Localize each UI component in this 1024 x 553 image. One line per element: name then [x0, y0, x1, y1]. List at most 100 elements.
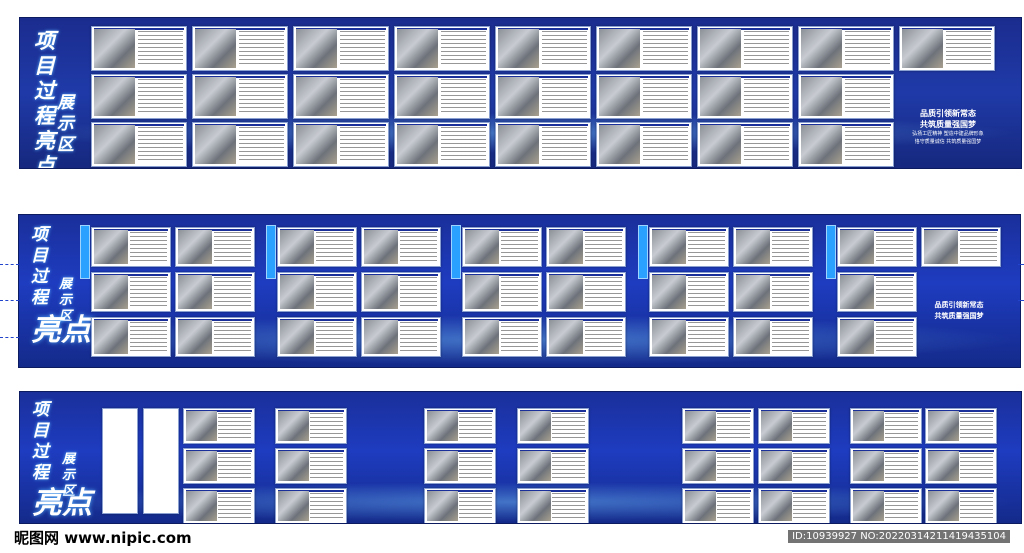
construction-photo — [685, 451, 716, 481]
construction-photo — [652, 320, 687, 354]
card-description-text — [772, 322, 809, 353]
card-description-text — [218, 413, 251, 440]
photo-card — [850, 488, 922, 523]
construction-photo — [700, 77, 742, 116]
photo-card — [394, 26, 490, 71]
photo-card — [293, 122, 389, 167]
photo-card — [275, 448, 347, 484]
photo-card — [682, 488, 754, 523]
construction-photo — [278, 451, 309, 481]
slogan-block-2: 品质引领新常态 共筑质量强国梦 — [934, 301, 984, 320]
construction-photo — [397, 29, 439, 68]
card-description-text — [400, 322, 437, 353]
construction-photo — [186, 451, 217, 481]
construction-photo — [178, 320, 213, 354]
card-description-text — [542, 31, 587, 67]
photo-card — [462, 317, 542, 357]
card-description-text — [717, 413, 750, 440]
card-description-text — [218, 453, 251, 480]
card-description-text — [845, 79, 890, 115]
construction-photo — [736, 320, 771, 354]
construction-photo — [280, 320, 315, 354]
construction-photo — [599, 125, 641, 164]
card-description-text — [138, 127, 183, 163]
photo-card — [462, 227, 542, 267]
construction-photo — [520, 451, 551, 481]
construction-photo — [296, 29, 338, 68]
card-description-text — [960, 493, 993, 520]
card-description-text — [688, 322, 725, 353]
photo-card — [424, 488, 496, 523]
construction-photo — [853, 451, 884, 481]
section-tag — [80, 225, 90, 279]
card-description-text — [310, 413, 343, 440]
construction-photo — [94, 29, 136, 68]
guide-line — [1018, 264, 1024, 265]
construction-photo — [520, 491, 551, 521]
photo-card — [192, 122, 288, 167]
photo-card — [733, 272, 813, 312]
board-title-sub: 展示区 — [57, 93, 74, 155]
construction-photo — [178, 230, 213, 264]
construction-photo — [427, 491, 458, 521]
board-title-main-3: 项目过程 — [32, 400, 49, 483]
card-description-text — [138, 31, 183, 67]
construction-photo — [853, 491, 884, 521]
board-title-big-2: 亮点 — [31, 313, 91, 348]
construction-photo — [840, 230, 875, 264]
card-description-text — [885, 413, 918, 440]
card-description-text — [845, 127, 890, 163]
photo-card — [921, 227, 1001, 267]
construction-photo — [280, 230, 315, 264]
photo-card — [91, 227, 171, 267]
photo-card — [596, 74, 692, 119]
guide-line — [0, 264, 19, 265]
photo-card — [837, 272, 917, 312]
card-description-text — [239, 127, 284, 163]
photo-card — [596, 26, 692, 71]
photo-card — [682, 448, 754, 484]
card-description-text — [643, 127, 688, 163]
section-tag — [638, 225, 648, 279]
display-board-1: 项目过程亮点 展示区 品质引领新常态 共筑质量强国梦 弘扬工匠精神 塑造中建品牌… — [19, 17, 1022, 169]
construction-photo — [761, 411, 792, 441]
photo-card — [758, 488, 830, 523]
card-description-text — [310, 493, 343, 520]
guide-line — [0, 337, 19, 338]
construction-photo — [94, 320, 129, 354]
photo-card — [925, 448, 997, 484]
photo-card — [758, 448, 830, 484]
card-description-text — [772, 277, 809, 308]
guide-line — [1018, 300, 1024, 301]
card-description-text — [585, 322, 622, 353]
card-description-text — [885, 453, 918, 480]
photo-card — [293, 74, 389, 119]
card-description-text — [316, 232, 353, 263]
card-description-text — [946, 31, 991, 67]
photo-card — [850, 448, 922, 484]
card-description-text — [459, 413, 492, 440]
construction-photo — [652, 230, 687, 264]
photo-card — [462, 272, 542, 312]
construction-photo — [761, 491, 792, 521]
card-description-text — [793, 493, 826, 520]
card-description-text — [845, 31, 890, 67]
card-description-text — [585, 232, 622, 263]
card-description-text — [552, 493, 585, 520]
construction-photo — [296, 77, 338, 116]
construction-photo — [928, 491, 959, 521]
card-description-text — [441, 127, 486, 163]
card-description-text — [542, 127, 587, 163]
card-description-text — [239, 79, 284, 115]
card-description-text — [885, 493, 918, 520]
construction-photo — [549, 230, 584, 264]
card-description-text — [459, 453, 492, 480]
construction-photo — [296, 125, 338, 164]
card-description-text — [876, 277, 913, 308]
card-description-text — [400, 277, 437, 308]
card-description-text — [239, 31, 284, 67]
construction-photo — [801, 125, 843, 164]
card-description-text — [772, 232, 809, 263]
construction-photo — [853, 411, 884, 441]
photo-card — [649, 227, 729, 267]
